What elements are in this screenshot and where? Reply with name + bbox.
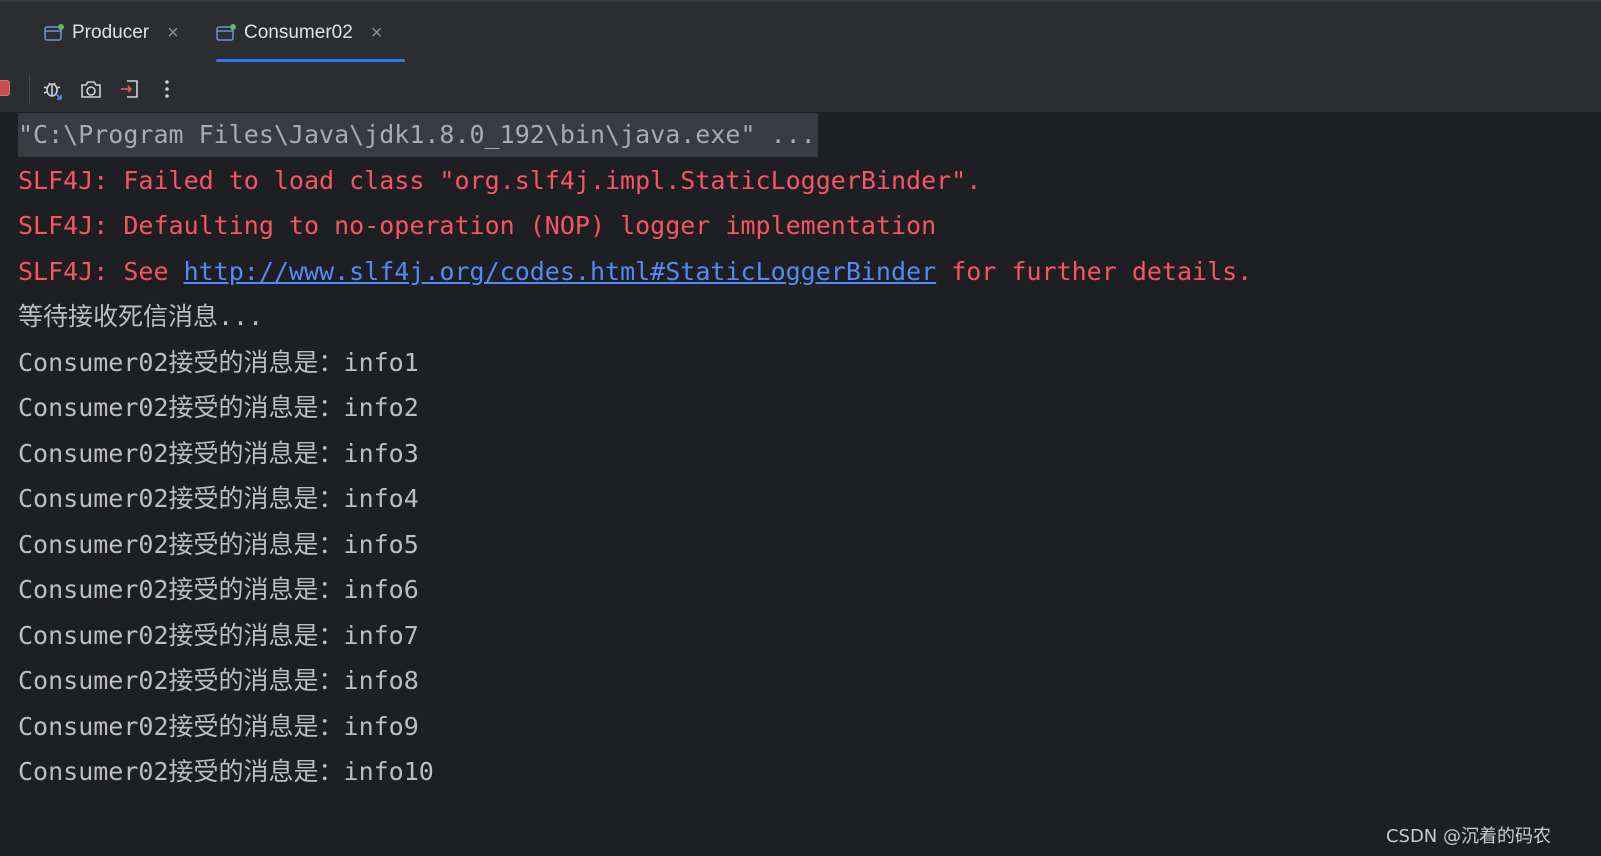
error-line: SLF4J: Defaulting to no-operation (NOP) … (18, 211, 937, 240)
console-message: Consumer02接受的消息是：info1 (18, 348, 419, 377)
run-config-icon (44, 24, 64, 42)
error-line: SLF4J: See http://www.slf4j.org/codes.ht… (18, 250, 1252, 294)
exit-icon[interactable] (117, 76, 143, 102)
more-vertical-icon[interactable] (154, 76, 180, 102)
run-config-icon (216, 24, 236, 42)
console-message: Consumer02接受的消息是：info9 (18, 712, 419, 741)
tab-consumer02[interactable]: Consumer02 × (216, 2, 405, 64)
run-tab-bar: Producer × Consumer02 × (0, 2, 1601, 64)
tab-label: Producer (72, 22, 150, 43)
watermark: CSDN @沉着的码农 (1385, 826, 1551, 847)
stop-icon[interactable] (0, 80, 10, 96)
tab-producer[interactable]: Producer × (44, 2, 179, 64)
console-toolbar (0, 64, 1601, 112)
console-message: Consumer02接受的消息是：info4 (18, 484, 419, 513)
debug-rerun-icon[interactable] (40, 76, 66, 102)
screenshot-icon[interactable] (78, 76, 104, 102)
console-message: Consumer02接受的消息是：info8 (18, 666, 419, 695)
error-line: SLF4J: Failed to load class "org.slf4j.i… (18, 166, 982, 195)
close-icon[interactable]: × (167, 23, 179, 43)
command-line[interactable]: "C:\Program Files\Java\jdk1.8.0_192\bin\… (18, 113, 818, 157)
tab-label: Consumer02 (244, 22, 353, 43)
console-message: Consumer02接受的消息是：info7 (18, 621, 419, 650)
active-tab-indicator (216, 59, 405, 62)
slf4j-link[interactable]: http://www.slf4j.org/codes.html#StaticLo… (184, 257, 937, 286)
toolbar-divider (29, 74, 30, 104)
close-icon[interactable]: × (371, 23, 383, 43)
console-message: Consumer02接受的消息是：info5 (18, 530, 419, 559)
console-output[interactable]: "C:\Program Files\Java\jdk1.8.0_192\bin\… (0, 112, 1601, 856)
error-text: SLF4J: See (18, 257, 184, 286)
error-text: for further details. (936, 257, 1253, 286)
waiting-message: 等待接收死信消息... (18, 302, 264, 331)
console-message: Consumer02接受的消息是：info6 (18, 575, 419, 604)
console-message: Consumer02接受的消息是：info2 (18, 393, 419, 422)
console-message: Consumer02接受的消息是：info10 (18, 757, 434, 786)
console-message: Consumer02接受的消息是：info3 (18, 439, 419, 468)
